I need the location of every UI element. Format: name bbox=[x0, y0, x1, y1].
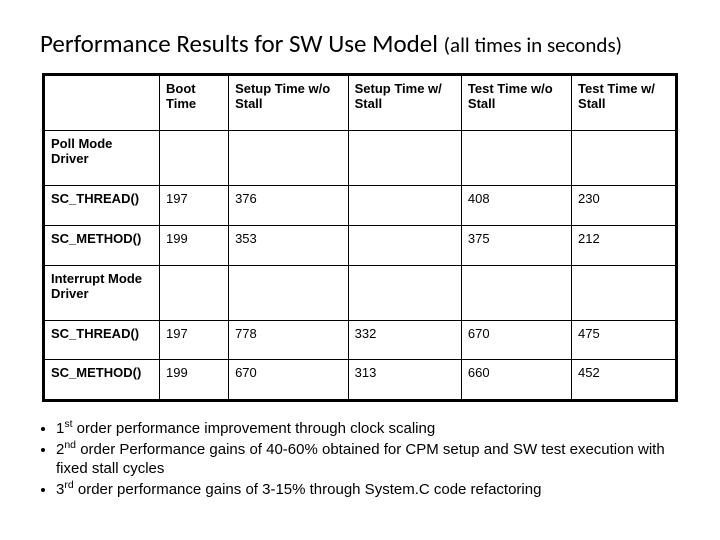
table-cell bbox=[348, 185, 461, 225]
table-cell: 230 bbox=[572, 185, 677, 225]
list-item: 1st order performance improvement throug… bbox=[56, 420, 690, 439]
table-row: SC_METHOD() 199 353 375 212 bbox=[44, 225, 677, 265]
table-cell: 199 bbox=[160, 360, 229, 401]
row-label: SC_METHOD() bbox=[44, 360, 160, 401]
table-header-row: Boot Time Setup Time w/o Stall Setup Tim… bbox=[44, 75, 677, 131]
table-section-row: Poll Mode Driver bbox=[44, 130, 677, 185]
section-label: Interrupt Mode Driver bbox=[44, 265, 160, 320]
table-section-row: Interrupt Mode Driver bbox=[44, 265, 677, 320]
ordinal-suf: nd bbox=[64, 439, 76, 451]
table-cell: 408 bbox=[461, 185, 571, 225]
table-cell: 197 bbox=[160, 185, 229, 225]
bullet-text: order performance improvement through cl… bbox=[73, 420, 436, 437]
row-label: SC_METHOD() bbox=[44, 225, 160, 265]
table-cell bbox=[348, 225, 461, 265]
table-cell: 375 bbox=[461, 225, 571, 265]
table-cell: 376 bbox=[229, 185, 349, 225]
slide-title: Performance Results for SW Use Model (al… bbox=[40, 28, 690, 59]
empty-cell bbox=[160, 265, 229, 320]
empty-cell bbox=[461, 130, 571, 185]
col-header: Setup Time w/o Stall bbox=[229, 75, 349, 131]
table-cell: 452 bbox=[572, 360, 677, 401]
table-cell: 313 bbox=[348, 360, 461, 401]
table-row: SC_THREAD() 197 778 332 670 475 bbox=[44, 320, 677, 360]
bullet-list: 1st order performance improvement throug… bbox=[36, 420, 690, 499]
ordinal-suf: rd bbox=[64, 479, 73, 491]
empty-cell bbox=[348, 265, 461, 320]
table-cell: 660 bbox=[461, 360, 571, 401]
empty-cell bbox=[229, 265, 349, 320]
table-cell: 778 bbox=[229, 320, 349, 360]
empty-cell bbox=[461, 265, 571, 320]
col-header: Boot Time bbox=[160, 75, 229, 131]
table-row: SC_METHOD() 199 670 313 660 452 bbox=[44, 360, 677, 401]
table-cell: 197 bbox=[160, 320, 229, 360]
performance-table: Boot Time Setup Time w/o Stall Setup Tim… bbox=[42, 73, 678, 402]
ordinal-suf: st bbox=[64, 418, 72, 430]
table-row: SC_THREAD() 197 376 408 230 bbox=[44, 185, 677, 225]
table-cell: 332 bbox=[348, 320, 461, 360]
list-item: 3rd order performance gains of 3-15% thr… bbox=[56, 481, 690, 500]
col-header: Setup Time w/ Stall bbox=[348, 75, 461, 131]
table-cell: 199 bbox=[160, 225, 229, 265]
list-item: 2nd order Performance gains of 40-60% ob… bbox=[56, 441, 690, 479]
bullet-text: order performance gains of 3-15% through… bbox=[74, 481, 542, 498]
bullet-text: order Performance gains of 40-60% obtain… bbox=[56, 441, 665, 477]
slide-title-sub: (all times in seconds) bbox=[444, 32, 622, 58]
table-cell: 212 bbox=[572, 225, 677, 265]
table-cell: 353 bbox=[229, 225, 349, 265]
table-cell: 475 bbox=[572, 320, 677, 360]
slide-title-main: Performance Results for SW Use Model bbox=[40, 28, 438, 59]
table-corner-cell bbox=[44, 75, 160, 131]
empty-cell bbox=[572, 130, 677, 185]
table-cell: 670 bbox=[229, 360, 349, 401]
empty-cell bbox=[572, 265, 677, 320]
empty-cell bbox=[229, 130, 349, 185]
section-label: Poll Mode Driver bbox=[44, 130, 160, 185]
row-label: SC_THREAD() bbox=[44, 185, 160, 225]
empty-cell bbox=[160, 130, 229, 185]
col-header: Test Time w/o Stall bbox=[461, 75, 571, 131]
empty-cell bbox=[348, 130, 461, 185]
row-label: SC_THREAD() bbox=[44, 320, 160, 360]
table-cell: 670 bbox=[461, 320, 571, 360]
col-header: Test Time w/ Stall bbox=[572, 75, 677, 131]
